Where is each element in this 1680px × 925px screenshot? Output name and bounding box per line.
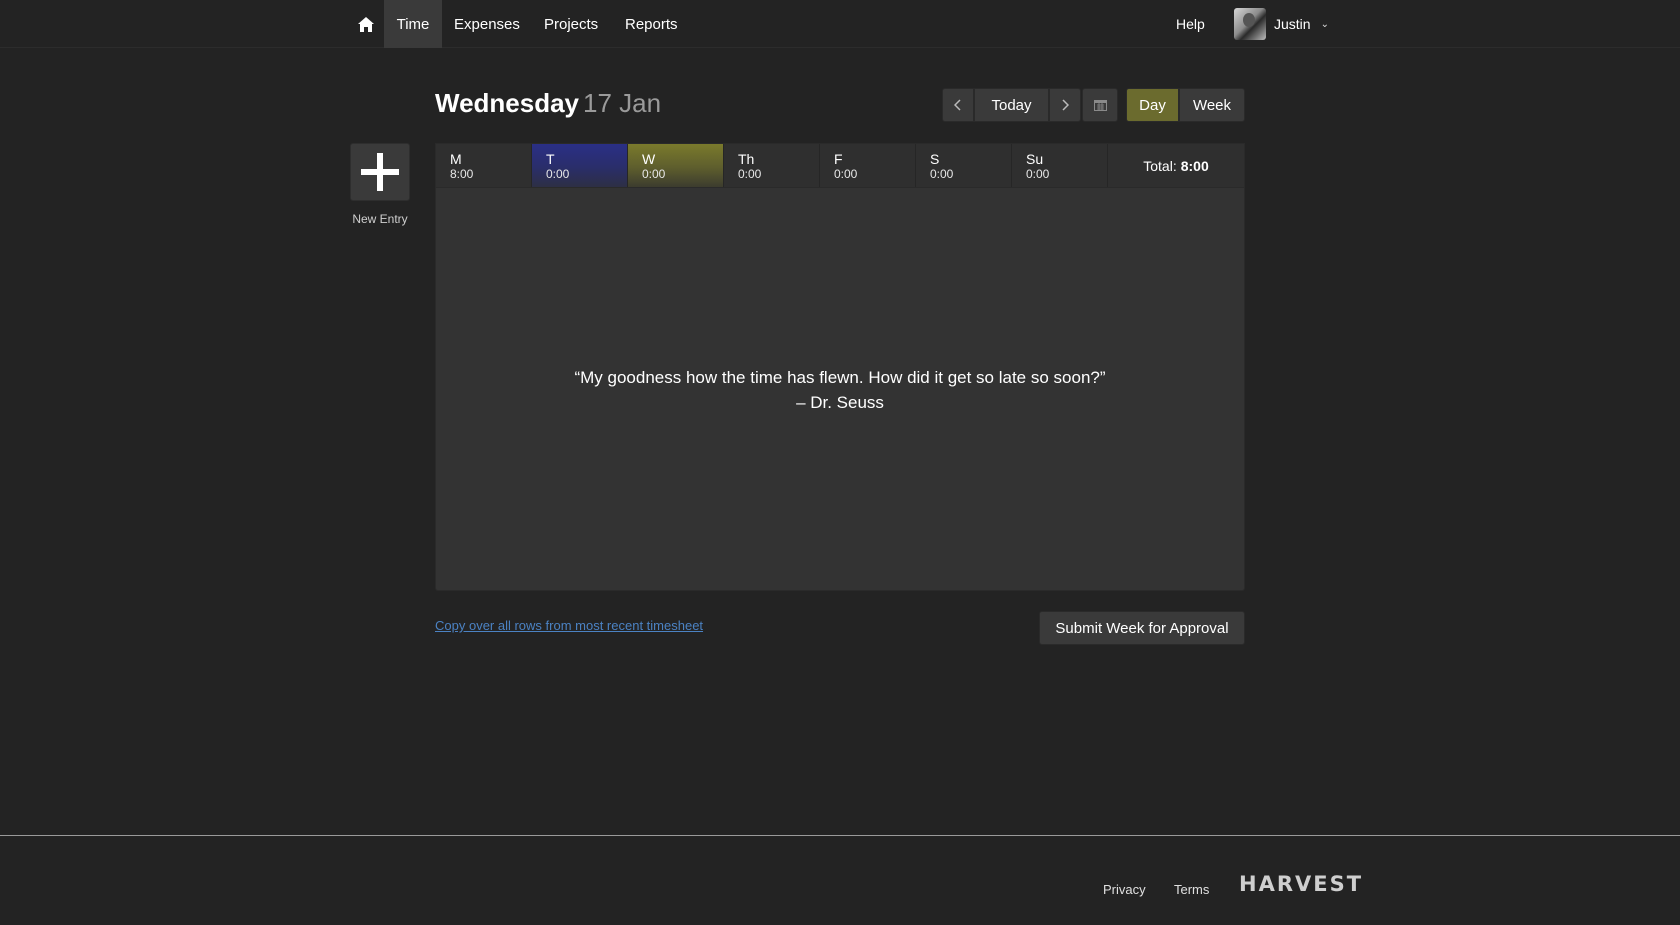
home-icon[interactable]	[350, 0, 382, 48]
day-name: W	[642, 151, 656, 167]
new-entry-button[interactable]	[350, 143, 410, 201]
day-name: S	[930, 151, 940, 167]
quote-text: “My goodness how the time has flewn. How…	[574, 368, 1106, 387]
calendar-button[interactable]	[1082, 88, 1118, 122]
day-hours: 0:00	[834, 167, 858, 181]
day-hours: 0:00	[1026, 167, 1050, 181]
submit-week-button[interactable]: Submit Week for Approval	[1039, 611, 1245, 645]
day-tab-wednesday[interactable]: W 0:00	[628, 144, 724, 187]
plus-icon	[361, 153, 399, 191]
week-day-strip: M 8:00 T 0:00 W 0:00 Th 0:00 F 0:00 S 0:…	[435, 143, 1245, 188]
user-name: Justin	[1274, 16, 1311, 32]
chevron-left-icon	[954, 99, 961, 111]
day-tab-thursday[interactable]: Th 0:00	[724, 144, 820, 187]
quote-author: – Dr. Seuss	[796, 393, 884, 412]
chevron-right-icon	[1062, 99, 1069, 111]
day-hours: 8:00	[450, 167, 474, 181]
prev-day-button[interactable]	[942, 88, 974, 122]
total-label: Total:	[1143, 157, 1177, 174]
nav-tab-time[interactable]: Time	[384, 0, 442, 48]
new-entry-label: New Entry	[352, 212, 408, 226]
avatar	[1234, 8, 1266, 40]
day-hours: 0:00	[930, 167, 954, 181]
help-link[interactable]: Help	[1176, 0, 1205, 48]
top-navigation: Time Expenses Projects Reports Help Just…	[0, 0, 1680, 48]
total-value: 8:00	[1180, 157, 1209, 174]
nav-tab-expenses[interactable]: Expenses	[442, 0, 532, 48]
today-button[interactable]: Today	[974, 88, 1049, 122]
date-label: 17 Jan	[583, 88, 662, 118]
day-tab-monday[interactable]: M 8:00	[436, 144, 532, 187]
day-view-button[interactable]: Day	[1126, 88, 1179, 122]
next-day-button[interactable]	[1049, 88, 1081, 122]
week-view-button[interactable]: Week	[1179, 88, 1245, 122]
day-hours: 0:00	[738, 167, 762, 181]
day-tab-sunday[interactable]: Su 0:00	[1012, 144, 1108, 187]
day-tab-tuesday[interactable]: T 0:00	[532, 144, 628, 187]
week-total: Total: 8:00	[1108, 144, 1244, 187]
weekday-label: Wednesday	[435, 88, 580, 118]
day-name: Th	[738, 151, 755, 167]
chevron-down-icon: ⌄	[1320, 18, 1329, 30]
date-navigation: Today	[942, 88, 1081, 122]
calendar-icon	[1093, 100, 1107, 111]
day-name: M	[450, 151, 462, 167]
copy-rows-link[interactable]: Copy over all rows from most recent time…	[435, 618, 703, 633]
day-name: Su	[1026, 151, 1044, 167]
day-hours: 0:00	[546, 167, 570, 181]
day-tab-friday[interactable]: F 0:00	[820, 144, 916, 187]
empty-state-quote: “My goodness how the time has flewn. How…	[435, 365, 1245, 415]
nav-tab-reports[interactable]: Reports	[613, 0, 690, 48]
day-hours: 0:00	[642, 167, 666, 181]
day-tab-saturday[interactable]: S 0:00	[916, 144, 1012, 187]
footer: Privacy Terms HARVEST	[0, 835, 1680, 925]
day-name: T	[546, 151, 555, 167]
nav-tab-projects[interactable]: Projects	[532, 0, 610, 48]
harvest-logo[interactable]: HARVEST	[1239, 872, 1363, 896]
terms-link[interactable]: Terms	[1174, 882, 1209, 897]
page-title: Wednesday 17 Jan	[435, 88, 661, 119]
privacy-link[interactable]: Privacy	[1103, 882, 1146, 897]
day-name: F	[834, 151, 843, 167]
user-menu[interactable]: Justin ⌄	[1234, 0, 1329, 48]
view-toggle: Day Week	[1126, 88, 1245, 122]
calendar-picker	[1082, 88, 1118, 122]
